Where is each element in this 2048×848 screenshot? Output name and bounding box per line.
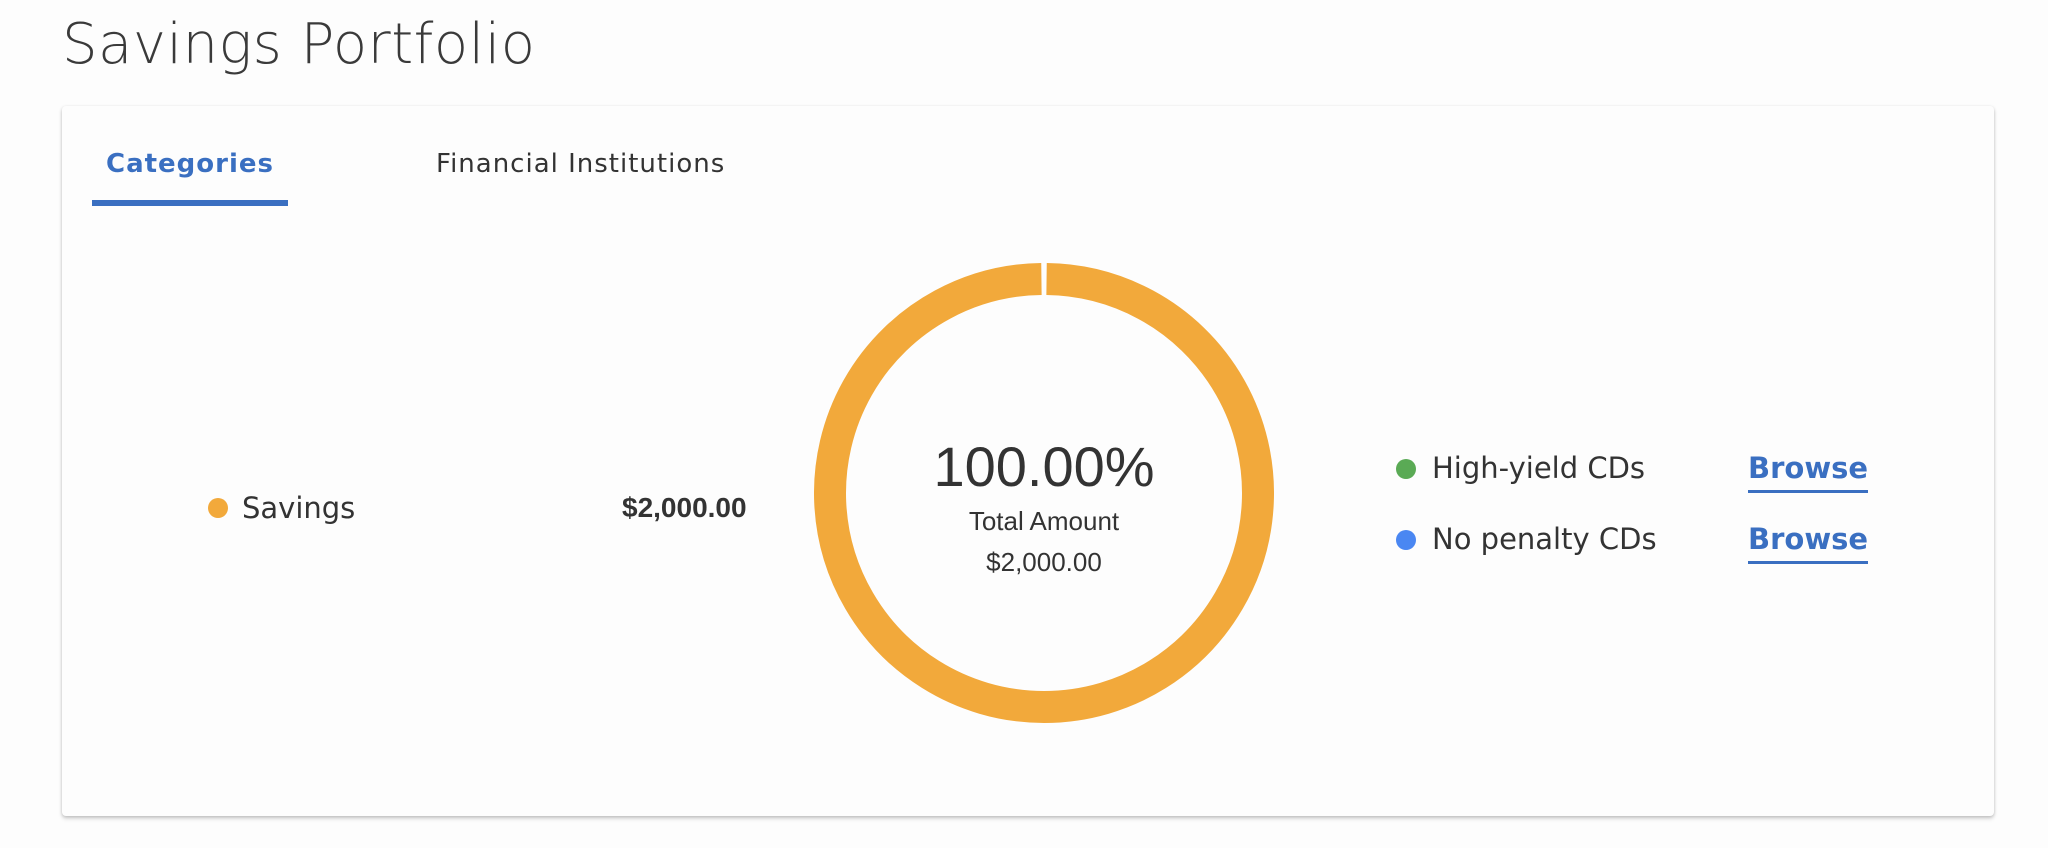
savings-color-dot (208, 498, 228, 518)
browse-high-yield-link[interactable]: Browse (1748, 446, 1869, 493)
donut-total-label: Total Amount (968, 506, 1120, 536)
donut-center-text: 100.00% Total Amount $2,000.00 (814, 263, 1274, 723)
category-legend-item: Savings $2,000.00 (208, 486, 768, 534)
portfolio-card: Categories Financial Institutions Saving… (62, 106, 1994, 816)
tab-categories[interactable]: Categories (92, 136, 288, 206)
option-no-penalty-cds: No penalty CDs Browse (1396, 517, 1956, 565)
donut-percent: 100.00% (933, 435, 1155, 498)
page-title: Savings Portfolio (62, 12, 536, 77)
option-label: High-yield CDs (1432, 451, 1646, 485)
option-label: No penalty CDs (1432, 522, 1657, 556)
high-yield-color-dot (1396, 459, 1416, 479)
option-high-yield-cds: High-yield CDs Browse (1396, 446, 1956, 494)
no-penalty-color-dot (1396, 530, 1416, 550)
tab-financial-institutions[interactable]: Financial Institutions (436, 136, 725, 200)
browse-no-penalty-link[interactable]: Browse (1748, 517, 1869, 564)
category-label: Savings (242, 491, 356, 525)
donut-total-amount: $2,000.00 (986, 547, 1102, 577)
category-amount: $2,000.00 (622, 492, 747, 523)
